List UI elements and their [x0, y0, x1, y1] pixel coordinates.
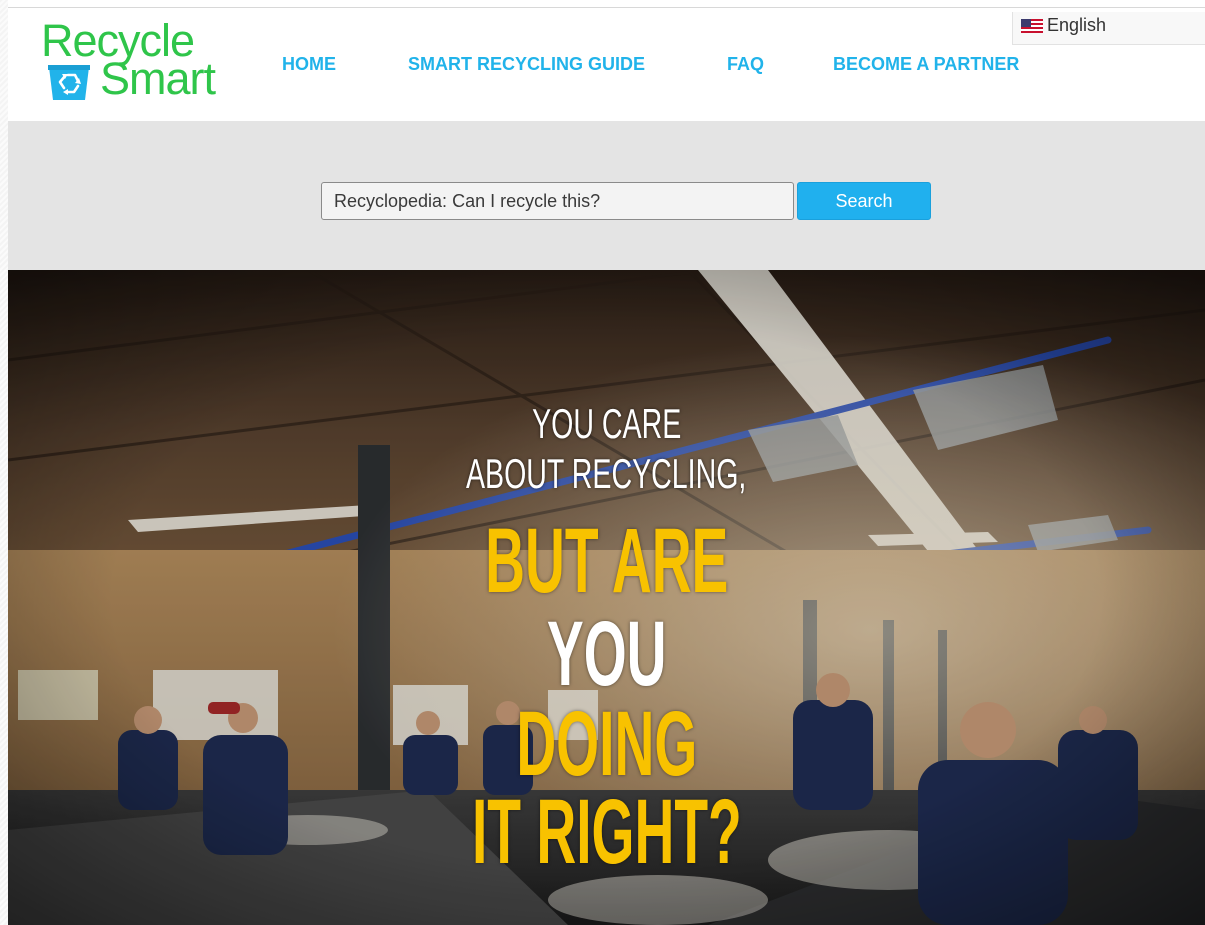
nav-smart-recycling-guide[interactable]: SMART RECYCLING GUIDE	[408, 53, 645, 75]
hero-line-5: DOING	[516, 693, 697, 795]
page-edge	[0, 0, 8, 925]
search-section: Search	[8, 121, 1205, 270]
recycling-bin-icon	[48, 65, 90, 100]
hero-headline: YOU CARE ABOUT RECYCLING, BUT ARE YOU DO…	[8, 270, 1205, 925]
language-selector[interactable]: English	[1012, 12, 1205, 45]
hero-line-6: IT RIGHT?	[471, 781, 742, 883]
recyclopedia-search-input[interactable]	[321, 182, 794, 220]
hero-line-1: YOU CARE	[531, 400, 682, 447]
page: Recycle Smart HOME SMART RECYCLING GUIDE…	[0, 0, 1205, 925]
site-header: Recycle Smart HOME SMART RECYCLING GUIDE…	[8, 8, 1205, 121]
hero-line-2: ABOUT RECYCLING,	[466, 450, 747, 497]
hero-line-3: BUT ARE	[484, 510, 729, 612]
language-label: English	[1047, 15, 1107, 35]
us-flag-icon	[1021, 19, 1043, 33]
hero-line-4: YOU	[546, 603, 667, 705]
hero-banner: YOU CARE ABOUT RECYCLING, BUT ARE YOU DO…	[8, 270, 1205, 925]
recyclesmart-logo[interactable]: Recycle Smart	[38, 18, 258, 118]
search-button[interactable]: Search	[797, 182, 931, 220]
nav-home[interactable]: HOME	[282, 53, 336, 75]
nav-become-a-partner[interactable]: BECOME A PARTNER	[833, 53, 1019, 75]
logo-text-smart: Smart	[100, 53, 216, 104]
nav-faq[interactable]: FAQ	[727, 53, 764, 75]
